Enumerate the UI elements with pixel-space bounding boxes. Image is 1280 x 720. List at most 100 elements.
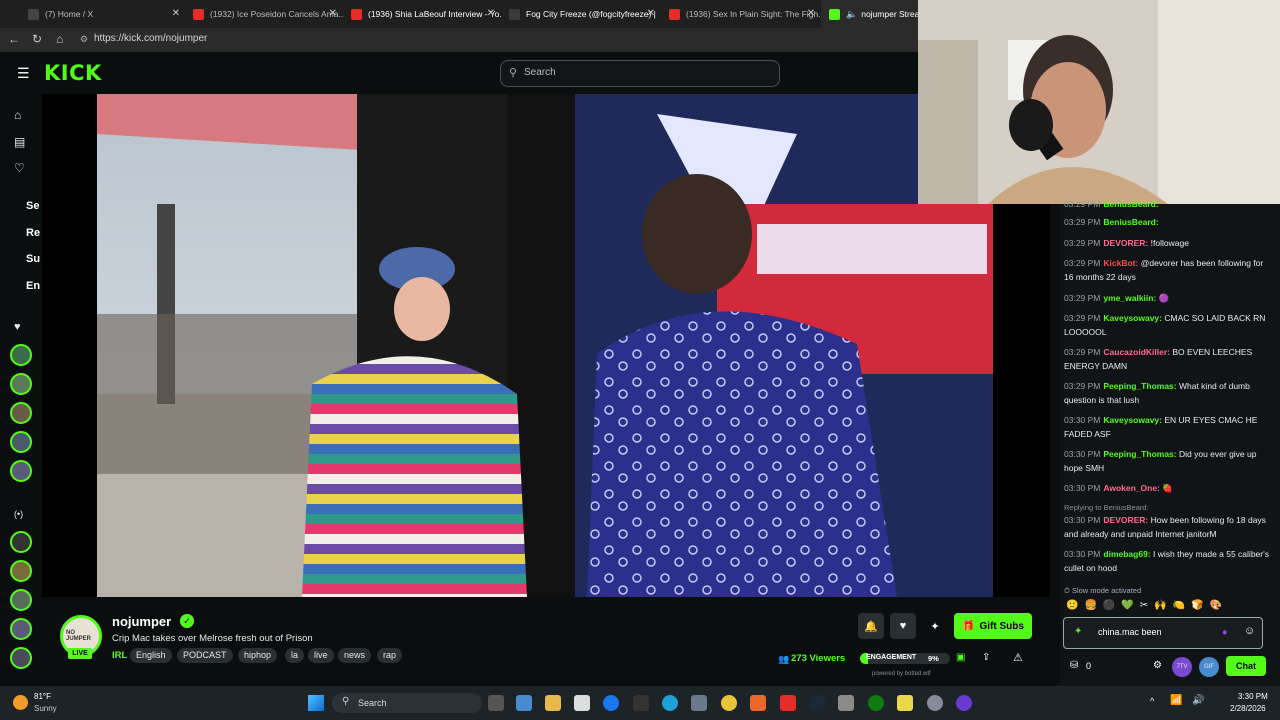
points-icon[interactable]: ⛁ bbox=[1070, 660, 1078, 671]
home-icon[interactable]: ⌂ bbox=[14, 108, 21, 122]
settings-icon[interactable]: ⚙ bbox=[1153, 660, 1162, 671]
back-icon[interactable]: ← bbox=[8, 32, 20, 46]
weather-desc: Sunny bbox=[34, 704, 57, 713]
recommended-channel-avatar[interactable] bbox=[10, 560, 32, 582]
tab-x-home[interactable]: (7) Home / X ✕ bbox=[20, 0, 186, 28]
close-icon[interactable]: ✕ bbox=[807, 8, 815, 19]
notes-icon[interactable] bbox=[897, 695, 913, 711]
followed-channel-avatar[interactable] bbox=[10, 431, 32, 453]
steam-icon[interactable] bbox=[809, 695, 825, 711]
notification-bell-button[interactable]: 🔔 bbox=[858, 613, 884, 639]
chat-message: 03:29 PM BeniusBeard: bbox=[1064, 217, 1159, 227]
app-icon[interactable] bbox=[838, 695, 854, 711]
recommended-channel-avatar[interactable] bbox=[10, 589, 32, 611]
menu-icon[interactable]: ☰ bbox=[17, 65, 30, 82]
amazon-icon[interactable] bbox=[633, 695, 649, 711]
tag[interactable]: English bbox=[130, 648, 172, 663]
recommended-channel-avatar[interactable] bbox=[10, 531, 32, 553]
app-active-icon[interactable] bbox=[956, 695, 972, 711]
category-link[interactable]: IRL bbox=[112, 650, 127, 661]
close-icon[interactable]: ✕ bbox=[487, 8, 495, 19]
facebook-icon[interactable] bbox=[603, 695, 619, 711]
emote-icon[interactable]: ● bbox=[1222, 627, 1227, 637]
followed-channel-avatar[interactable] bbox=[10, 373, 32, 395]
tab-youtube-3[interactable]: (1936) Sex In Plain Sight: The Figh... ✕ bbox=[661, 0, 821, 28]
followed-channel-avatar[interactable] bbox=[10, 460, 32, 482]
emote-quick-bar[interactable]: 🙂 🍔 ⚫ 💚 ✂ 🙌 🍋 🍞 🎨 bbox=[1066, 600, 1266, 614]
stats-icon[interactable]: ▣ bbox=[956, 652, 965, 663]
close-icon[interactable]: ✕ bbox=[172, 8, 180, 19]
tag[interactable]: hiphop bbox=[238, 648, 278, 663]
tab-youtube-1[interactable]: (1932) Ice Poseidon Cancels Ama... ✕ bbox=[185, 0, 343, 28]
tab-label: (1936) Sex In Plain Sight: The Figh... bbox=[686, 9, 821, 19]
chat-send-button[interactable]: Chat bbox=[1226, 656, 1266, 676]
chat-message: 03:29 PM BeniusBeard: bbox=[1064, 199, 1159, 209]
taskbar-search[interactable]: ⚲ Search bbox=[332, 693, 482, 713]
home-icon[interactable]: ⌂ bbox=[56, 32, 63, 46]
chat-input[interactable]: ✦ china.mac been ● ☺ bbox=[1063, 617, 1263, 649]
tab-kick-active[interactable]: 🔈 nojumper Stream bbox=[821, 0, 921, 28]
youtube-icon bbox=[351, 8, 362, 20]
youtube-icon[interactable] bbox=[780, 695, 796, 711]
site-info-icon[interactable]: ⚙ bbox=[80, 34, 88, 45]
clock-date[interactable]: 2/28/2026 bbox=[1230, 704, 1266, 713]
tab-twitter-fogcity[interactable]: Fog City Freeze (@fogcityfreeze) | ✕ bbox=[501, 0, 661, 28]
emoji-icon[interactable]: ☺ bbox=[1244, 625, 1255, 637]
edge-icon[interactable] bbox=[662, 695, 678, 711]
gift-icon: 🎁 bbox=[962, 620, 975, 632]
clip-button[interactable]: ✦ bbox=[922, 613, 948, 639]
followed-channel-avatar[interactable] bbox=[10, 344, 32, 366]
clock-time[interactable]: 3:30 PM bbox=[1238, 692, 1268, 701]
copilot-icon[interactable] bbox=[516, 695, 532, 711]
calculator-icon[interactable] bbox=[691, 695, 707, 711]
tag[interactable]: live bbox=[308, 648, 334, 663]
browse-icon[interactable]: ▤ bbox=[14, 135, 25, 149]
following-heart-icon[interactable]: ♡ bbox=[14, 161, 25, 175]
sidebar-label-4[interactable]: En bbox=[26, 280, 40, 292]
kick-logo[interactable]: KICK bbox=[44, 61, 102, 85]
recommended-channel-avatar[interactable] bbox=[10, 647, 32, 669]
tag[interactable]: PODCAST bbox=[177, 648, 233, 663]
chat-message: 03:30 PM dimebag69: I wish they made a 55… bbox=[1064, 549, 1269, 573]
xbox-icon[interactable] bbox=[868, 695, 884, 711]
task-view-icon[interactable] bbox=[488, 695, 504, 711]
x-icon bbox=[28, 8, 39, 20]
wifi-icon[interactable]: 📶 bbox=[1170, 695, 1182, 706]
obs-icon[interactable] bbox=[927, 695, 943, 711]
search-input[interactable]: ⚲ Search bbox=[500, 60, 780, 87]
tag[interactable]: la bbox=[285, 648, 305, 663]
url-field[interactable]: https://kick.com/nojumper bbox=[94, 33, 207, 44]
chat-message: 03:29 PM yme_walkiin: 🟣 bbox=[1064, 293, 1170, 303]
weather-icon bbox=[13, 695, 28, 710]
video-player[interactable] bbox=[97, 94, 993, 597]
followed-channel-avatar[interactable] bbox=[10, 402, 32, 424]
report-icon[interactable]: ⚠ bbox=[1013, 651, 1023, 664]
windows-start-icon[interactable] bbox=[308, 695, 324, 711]
tag[interactable]: rap bbox=[377, 648, 403, 663]
sidebar-label-3[interactable]: Su bbox=[26, 253, 40, 265]
seventv-icon[interactable]: 7TV bbox=[1172, 657, 1192, 677]
close-icon[interactable]: ✕ bbox=[647, 8, 655, 19]
tag[interactable]: news bbox=[338, 648, 372, 663]
tab-youtube-2[interactable]: (1936) Shia LaBeouf Interview - Yo... ✕ bbox=[343, 0, 501, 28]
share-icon[interactable]: ⇪ bbox=[982, 652, 990, 663]
tray-chevron-icon[interactable]: ^ bbox=[1150, 696, 1154, 706]
gif-icon[interactable]: GIF bbox=[1199, 657, 1219, 677]
store-icon[interactable] bbox=[574, 695, 590, 711]
channel-name[interactable]: nojumper bbox=[112, 614, 171, 629]
recommended-channel-avatar[interactable] bbox=[10, 618, 32, 640]
reload-icon[interactable]: ↻ bbox=[32, 32, 42, 46]
sparkle-icon: ✦ bbox=[930, 620, 940, 633]
x-icon bbox=[509, 8, 520, 20]
volume-icon[interactable]: 🔊 bbox=[1192, 695, 1204, 706]
sidebar-label-1[interactable]: Se bbox=[26, 200, 39, 212]
tab-label: Fog City Freeze (@fogcityfreeze) | bbox=[526, 9, 656, 19]
sidebar-label-2[interactable]: Re bbox=[26, 227, 40, 239]
file-explorer-icon[interactable] bbox=[545, 695, 561, 711]
stream-info: NO JUMPER LIVE nojumper ✓ Crip Mac takes… bbox=[42, 597, 1060, 686]
gift-subs-button[interactable]: 🎁 Gift Subs bbox=[954, 613, 1032, 639]
close-icon[interactable]: ✕ bbox=[329, 8, 337, 19]
chrome-icon[interactable] bbox=[721, 695, 737, 711]
vlc-icon[interactable] bbox=[750, 695, 766, 711]
follow-button[interactable]: ♥ bbox=[890, 613, 916, 639]
